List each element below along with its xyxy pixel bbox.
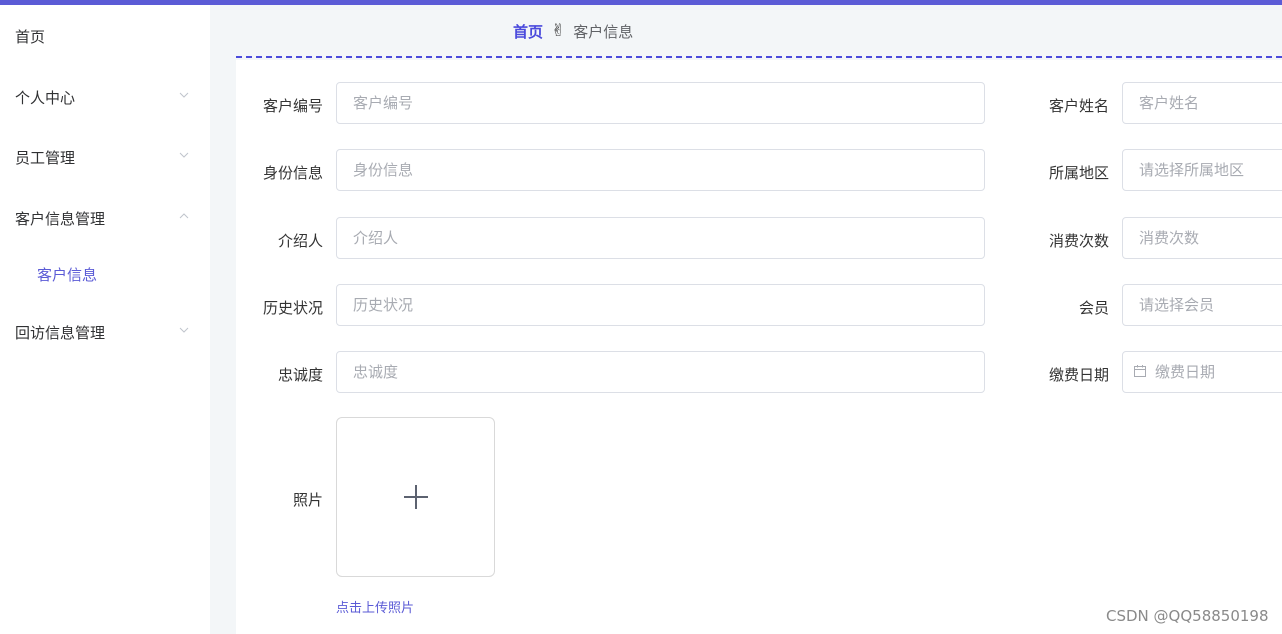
member-select[interactable] <box>1122 284 1282 326</box>
sidebar-item-label: 员工管理 <box>15 149 76 167</box>
upload-hint: 点击上传照片 <box>336 601 415 616</box>
photo-label: 照片 <box>292 491 323 509</box>
sidebar-item-customer-info-management[interactable]: 客户信息管理 <box>15 208 195 228</box>
watermark: CSDN @QQ58850198 <box>1106 607 1269 625</box>
chevron-down-icon <box>179 92 189 98</box>
pay-date-label: 缴费日期 <box>1048 366 1109 384</box>
chevron-down-icon <box>179 152 189 158</box>
plus-icon <box>404 485 428 509</box>
region-select[interactable] <box>1122 149 1282 191</box>
sidebar: 首页 个人中心 员工管理 客户信息管理 客户信息 回访信息管理 <box>0 5 210 634</box>
sidebar-item-label: 首页 <box>15 28 46 46</box>
consume-count-label: 消费次数 <box>1048 232 1109 250</box>
sidebar-item-personal-center[interactable]: 个人中心 <box>15 87 195 107</box>
sidebar-subitem-label: 客户信息 <box>37 266 98 284</box>
history-label: 历史状况 <box>262 299 323 317</box>
loyalty-label: 忠诚度 <box>277 366 323 384</box>
sidebar-item-home[interactable]: 首页 <box>15 26 195 46</box>
sidebar-item-label: 回访信息管理 <box>15 324 106 342</box>
customer-name-label: 客户姓名 <box>1048 97 1109 115</box>
sidebar-item-visit-info-management[interactable]: 回访信息管理 <box>15 322 195 342</box>
region-label: 所属地区 <box>1048 164 1109 182</box>
consume-count-input[interactable] <box>1122 217 1282 259</box>
id-info-input[interactable] <box>336 149 985 191</box>
sidebar-subitem-customer-info[interactable]: 客户信息 <box>37 264 97 285</box>
customer-no-input[interactable] <box>336 82 985 124</box>
sidebar-item-label: 客户信息管理 <box>15 210 106 228</box>
photo-upload-button[interactable] <box>336 417 495 577</box>
customer-no-label: 客户编号 <box>262 97 323 115</box>
history-input[interactable] <box>336 284 985 326</box>
chevron-down-icon <box>179 327 189 333</box>
loyalty-input[interactable] <box>336 351 985 393</box>
referrer-label: 介绍人 <box>277 232 323 250</box>
chevron-up-icon <box>179 213 189 219</box>
customer-name-input[interactable] <box>1122 82 1282 124</box>
member-label: 会员 <box>1078 299 1109 317</box>
breadcrumb-current: 客户信息 <box>573 22 634 41</box>
referrer-input[interactable] <box>336 217 985 259</box>
victory-hand-icon: ✌ <box>551 21 566 41</box>
sidebar-item-label: 个人中心 <box>15 89 76 107</box>
id-info-label: 身份信息 <box>262 164 323 182</box>
breadcrumb: 首页 ✌ 客户信息 <box>513 21 633 41</box>
breadcrumb-home-link[interactable]: 首页 <box>513 21 543 42</box>
breadcrumb-divider <box>236 56 1282 58</box>
calendar-icon <box>1134 365 1146 377</box>
sidebar-item-employee-management[interactable]: 员工管理 <box>15 147 195 167</box>
